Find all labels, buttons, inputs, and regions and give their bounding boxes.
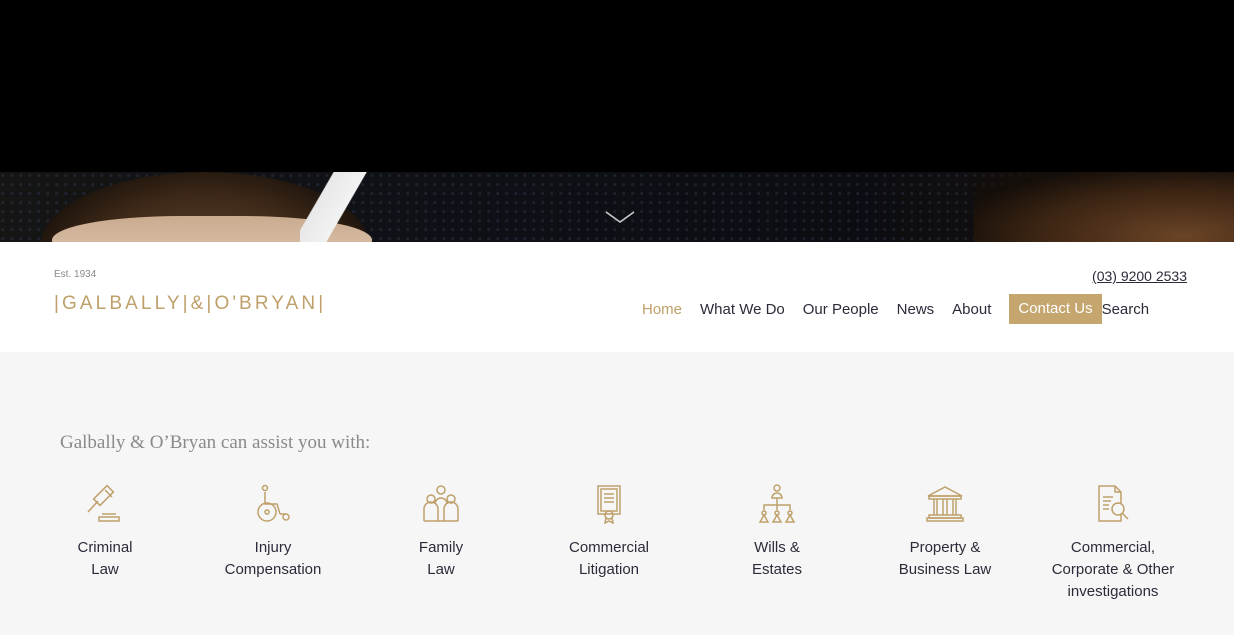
family-icon: [423, 485, 459, 522]
service-commercial-litigation[interactable]: Commercial Litigation: [525, 484, 693, 581]
nav-item-what-we-do[interactable]: What We Do: [700, 301, 785, 318]
service-label: Criminal Law: [77, 539, 133, 578]
chevron-down-icon[interactable]: [605, 205, 635, 227]
hero-person-collar: [300, 172, 370, 242]
service-property-business-law[interactable]: Property & Business Law: [861, 484, 1029, 581]
services-intro: Galbally & O’Bryan can assist you with:: [60, 432, 371, 453]
main-nav: Home What We Do Our People News About Co…: [642, 294, 1149, 324]
building-icon: [926, 486, 964, 522]
service-injury-compensation[interactable]: Injury Compensation: [189, 484, 357, 581]
search-link[interactable]: Search: [1102, 301, 1150, 318]
gavel-icon: [87, 484, 120, 522]
service-family-law[interactable]: Family Law: [357, 484, 525, 581]
service-label: Commercial Litigation: [568, 539, 649, 578]
site-header: Est. 1934 |GALBALLY|&|O'BRYAN| (03) 9200…: [0, 242, 1234, 352]
wheelchair-icon: [257, 484, 290, 522]
service-wills-estates[interactable]: Wills & Estates: [693, 484, 861, 581]
services-list: Criminal Law Injury Compensation Family …: [21, 484, 1221, 624]
hero-banner: [0, 0, 1234, 242]
family-tree-icon: [758, 484, 796, 523]
certificate-icon: [597, 485, 621, 524]
hero-person-right: [974, 172, 1234, 242]
nav-item-home[interactable]: Home: [642, 301, 682, 318]
phone-link[interactable]: (03) 9200 2533: [1092, 268, 1187, 284]
service-criminal-law[interactable]: Criminal Law: [21, 484, 189, 581]
service-label: Commercial, Corporate & Other investigat…: [1051, 539, 1175, 600]
logo[interactable]: |GALBALLY|&|O'BRYAN|: [54, 293, 326, 315]
document-search-icon: [1098, 485, 1129, 522]
service-label: Property & Business Law: [898, 539, 992, 578]
service-commercial-investigations[interactable]: Commercial, Corporate & Other investigat…: [1029, 484, 1197, 603]
contact-us-button[interactable]: Contact Us: [1009, 294, 1102, 324]
established-text: Est. 1934: [54, 269, 97, 280]
nav-item-about[interactable]: About: [952, 301, 991, 318]
service-label: Family Law: [418, 539, 464, 578]
service-label: Injury Compensation: [224, 539, 322, 578]
nav-item-news[interactable]: News: [897, 301, 935, 318]
service-label: Wills & Estates: [751, 539, 803, 578]
nav-item-our-people[interactable]: Our People: [803, 301, 879, 318]
